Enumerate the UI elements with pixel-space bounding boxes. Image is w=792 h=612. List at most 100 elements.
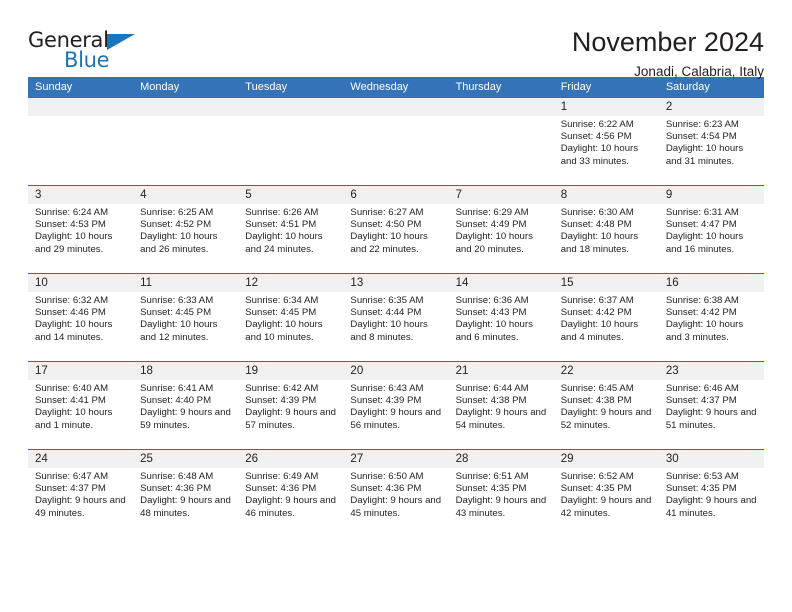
day-number: 14 (448, 274, 554, 292)
day-cell[interactable]: 29 Sunrise: 6:52 AM Sunset: 4:35 PM Dayl… (553, 449, 659, 538)
day-info (133, 116, 238, 119)
daylight-text: Daylight: 10 hours and 16 minutes. (665, 231, 744, 255)
day-info: Sunrise: 6:50 AM Sunset: 4:36 PM Dayligh… (343, 468, 448, 520)
daylight-text: Daylight: 10 hours and 10 minutes. (245, 319, 323, 343)
day-cell[interactable]: 3 Sunrise: 6:24 AM Sunset: 4:53 PM Dayli… (28, 185, 134, 274)
page-subtitle: Jonadi, Calabria, Italy (634, 64, 764, 79)
calendar-week-row: 1 Sunrise: 6:22 AM Sunset: 4:56 PM Dayli… (28, 97, 764, 186)
day-cell[interactable]: 5 Sunrise: 6:26 AM Sunset: 4:51 PM Dayli… (238, 185, 344, 274)
weekday-header-tuesday: Tuesday (238, 77, 344, 98)
logo-text-blue: Blue (64, 48, 110, 72)
daylight-text: Daylight: 9 hours and 52 minutes. (560, 407, 652, 431)
day-number: 21 (448, 362, 554, 380)
daylight-text: Daylight: 10 hours and 1 minute. (35, 407, 113, 431)
daylight-text: Daylight: 10 hours and 26 minutes. (140, 231, 218, 255)
calendar-week-row: 17 Sunrise: 6:40 AM Sunset: 4:41 PM Dayl… (28, 361, 764, 450)
day-info: Sunrise: 6:34 AM Sunset: 4:45 PM Dayligh… (238, 292, 343, 344)
day-cell[interactable]: 30 Sunrise: 6:53 AM Sunset: 4:35 PM Dayl… (658, 449, 764, 538)
day-number: 22 (553, 362, 659, 380)
day-cell[interactable]: 9 Sunrise: 6:31 AM Sunset: 4:47 PM Dayli… (658, 185, 764, 274)
day-cell[interactable]: 26 Sunrise: 6:49 AM Sunset: 4:36 PM Dayl… (238, 449, 344, 538)
sunset-text: Sunset: 4:35 PM (560, 483, 632, 495)
day-cell[interactable]: 1 Sunrise: 6:22 AM Sunset: 4:56 PM Dayli… (553, 97, 659, 186)
day-cell[interactable]: 6 Sunrise: 6:27 AM Sunset: 4:50 PM Dayli… (343, 185, 449, 274)
daylight-text: Daylight: 9 hours and 46 minutes. (245, 495, 336, 519)
day-cell[interactable]: 21 Sunrise: 6:44 AM Sunset: 4:38 PM Dayl… (448, 361, 554, 450)
sunrise-text: Sunrise: 6:35 AM (350, 295, 424, 306)
day-cell[interactable]: 7 Sunrise: 6:29 AM Sunset: 4:49 PM Dayli… (448, 185, 554, 274)
sunrise-text: Sunrise: 6:45 AM (560, 383, 634, 394)
day-cell[interactable]: 20 Sunrise: 6:43 AM Sunset: 4:39 PM Dayl… (343, 361, 449, 450)
day-info: Sunrise: 6:42 AM Sunset: 4:39 PM Dayligh… (238, 380, 343, 432)
day-info: Sunrise: 6:53 AM Sunset: 4:35 PM Dayligh… (659, 468, 764, 520)
sunset-text: Sunset: 4:52 PM (140, 219, 212, 231)
page-header: General Blue November 2024 Jonadi, Calab… (28, 0, 764, 79)
day-cell[interactable]: 19 Sunrise: 6:42 AM Sunset: 4:39 PM Dayl… (238, 361, 344, 450)
day-number: 9 (658, 186, 764, 204)
day-cell[interactable]: 18 Sunrise: 6:41 AM Sunset: 4:40 PM Dayl… (133, 361, 239, 450)
day-info: Sunrise: 6:47 AM Sunset: 4:37 PM Dayligh… (28, 468, 133, 520)
day-cell[interactable]: 4 Sunrise: 6:25 AM Sunset: 4:52 PM Dayli… (133, 185, 239, 274)
daylight-text: Daylight: 9 hours and 41 minutes. (665, 495, 757, 519)
sunrise-text: Sunrise: 6:48 AM (140, 471, 214, 482)
day-number: 23 (658, 362, 764, 380)
sunset-text: Sunset: 4:42 PM (665, 307, 737, 319)
sunrise-text: Sunrise: 6:40 AM (35, 383, 109, 394)
day-number: 15 (553, 274, 659, 292)
sunset-text: Sunset: 4:56 PM (560, 131, 632, 143)
day-cell[interactable]: 27 Sunrise: 6:50 AM Sunset: 4:36 PM Dayl… (343, 449, 449, 538)
sunset-text: Sunset: 4:36 PM (350, 483, 422, 495)
daylight-text: Daylight: 10 hours and 18 minutes. (560, 231, 639, 255)
day-cell[interactable] (343, 97, 449, 186)
day-info (449, 116, 554, 119)
sunset-text: Sunset: 4:53 PM (35, 219, 106, 231)
day-cell[interactable]: 17 Sunrise: 6:40 AM Sunset: 4:41 PM Dayl… (28, 361, 134, 450)
day-cell[interactable]: 13 Sunrise: 6:35 AM Sunset: 4:44 PM Dayl… (343, 273, 449, 362)
day-cell[interactable]: 23 Sunrise: 6:46 AM Sunset: 4:37 PM Dayl… (658, 361, 764, 450)
day-number: 26 (238, 450, 344, 468)
day-cell[interactable]: 25 Sunrise: 6:48 AM Sunset: 4:36 PM Dayl… (133, 449, 239, 538)
sunset-text: Sunset: 4:43 PM (455, 307, 527, 319)
daylight-text: Daylight: 10 hours and 33 minutes. (560, 143, 639, 167)
day-cell[interactable]: 8 Sunrise: 6:30 AM Sunset: 4:48 PM Dayli… (553, 185, 659, 274)
day-cell[interactable]: 2 Sunrise: 6:23 AM Sunset: 4:54 PM Dayli… (658, 97, 764, 186)
day-info: Sunrise: 6:24 AM Sunset: 4:53 PM Dayligh… (28, 204, 133, 256)
day-cell[interactable] (238, 97, 344, 186)
sunrise-text: Sunrise: 6:37 AM (560, 295, 634, 306)
sunrise-text: Sunrise: 6:23 AM (665, 119, 739, 130)
day-cell[interactable] (133, 97, 239, 186)
day-number: 10 (28, 274, 134, 292)
day-cell[interactable]: 12 Sunrise: 6:34 AM Sunset: 4:45 PM Dayl… (238, 273, 344, 362)
sunset-text: Sunset: 4:37 PM (665, 395, 737, 407)
daylight-text: Daylight: 9 hours and 43 minutes. (455, 495, 547, 519)
sunset-text: Sunset: 4:37 PM (35, 483, 106, 495)
day-cell[interactable]: 14 Sunrise: 6:36 AM Sunset: 4:43 PM Dayl… (448, 273, 554, 362)
day-info: Sunrise: 6:32 AM Sunset: 4:46 PM Dayligh… (28, 292, 133, 344)
day-info: Sunrise: 6:52 AM Sunset: 4:35 PM Dayligh… (554, 468, 659, 520)
day-info: Sunrise: 6:44 AM Sunset: 4:38 PM Dayligh… (449, 380, 554, 432)
day-number: 18 (133, 362, 239, 380)
day-info: Sunrise: 6:35 AM Sunset: 4:44 PM Dayligh… (343, 292, 448, 344)
calendar-table: Sunday Monday Tuesday Wednesday Thursday… (28, 77, 764, 538)
sunrise-text: Sunrise: 6:49 AM (245, 471, 319, 482)
day-number (343, 98, 449, 116)
daylight-text: Daylight: 10 hours and 12 minutes. (140, 319, 218, 343)
day-cell[interactable]: 28 Sunrise: 6:51 AM Sunset: 4:35 PM Dayl… (448, 449, 554, 538)
day-info: Sunrise: 6:22 AM Sunset: 4:56 PM Dayligh… (554, 116, 659, 168)
day-cell[interactable]: 11 Sunrise: 6:33 AM Sunset: 4:45 PM Dayl… (133, 273, 239, 362)
day-cell[interactable] (448, 97, 554, 186)
sunrise-text: Sunrise: 6:50 AM (350, 471, 424, 482)
day-cell[interactable]: 15 Sunrise: 6:37 AM Sunset: 4:42 PM Dayl… (553, 273, 659, 362)
day-cell[interactable] (28, 97, 134, 186)
day-cell[interactable]: 24 Sunrise: 6:47 AM Sunset: 4:37 PM Dayl… (28, 449, 134, 538)
day-cell[interactable]: 16 Sunrise: 6:38 AM Sunset: 4:42 PM Dayl… (658, 273, 764, 362)
sunrise-text: Sunrise: 6:32 AM (35, 295, 109, 306)
general-blue-logo[interactable]: General Blue (28, 26, 143, 74)
day-cell[interactable]: 22 Sunrise: 6:45 AM Sunset: 4:38 PM Dayl… (553, 361, 659, 450)
sunset-text: Sunset: 4:35 PM (455, 483, 527, 495)
day-cell[interactable]: 10 Sunrise: 6:32 AM Sunset: 4:46 PM Dayl… (28, 273, 134, 362)
day-info: Sunrise: 6:23 AM Sunset: 4:54 PM Dayligh… (659, 116, 764, 168)
day-info: Sunrise: 6:49 AM Sunset: 4:36 PM Dayligh… (238, 468, 343, 520)
sunrise-text: Sunrise: 6:38 AM (665, 295, 739, 306)
sunrise-text: Sunrise: 6:43 AM (350, 383, 424, 394)
